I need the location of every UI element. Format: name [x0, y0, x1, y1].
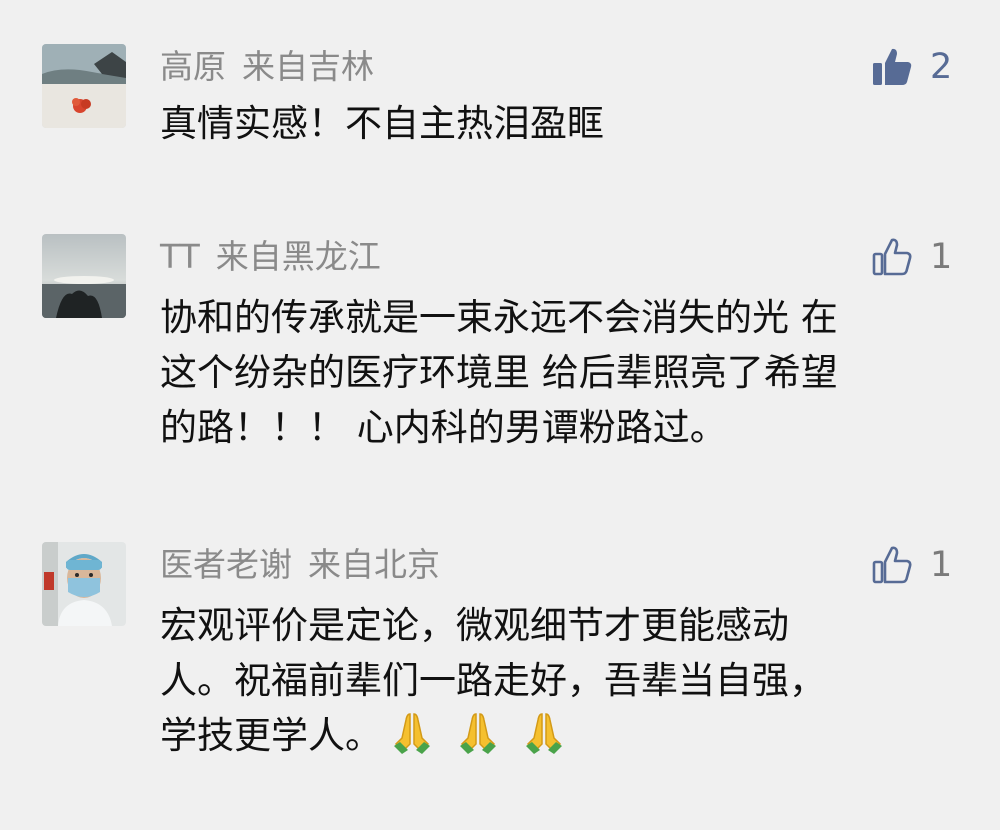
sunset-sea-avatar [42, 234, 126, 318]
avatar[interactable] [42, 44, 126, 128]
like-count: 2 [930, 47, 953, 87]
author-name[interactable]: TT [160, 237, 200, 276]
comment-text-line: 宏观评价是定论，微观细节才更能感动 [160, 604, 789, 647]
comment-text: 真情实感！不自主热泪盈眶 [160, 96, 960, 151]
author-location: 来自黑龙江 [215, 237, 381, 276]
like-button[interactable]: 1 [870, 542, 952, 588]
comment-text-line: 学技更学人。 [160, 708, 960, 763]
author-name[interactable]: 高原 [160, 47, 226, 86]
like-count: 1 [930, 237, 953, 277]
thumbs-up-filled-icon [873, 48, 912, 85]
comment-text: 宏观评价是定论，微观细节才更能感动 人。祝福前辈们一路走好，吾辈当自强， 学技更… [160, 598, 960, 763]
comment-text-segment: 学技更学人。 [160, 714, 382, 757]
like-button[interactable]: 2 [870, 44, 952, 90]
folded-hands-icon [460, 713, 496, 754]
author-name[interactable]: 医者老谢 [160, 545, 292, 584]
like-button[interactable]: 1 [870, 234, 952, 280]
thumbs-up-outline-icon [872, 546, 912, 584]
comment-meta: TT 来自黑龙江 [160, 234, 381, 280]
comment-text-line: 的路！！！ 心内科的男谭粉路过。 [160, 406, 727, 449]
comment-text-line: 协和的传承就是一束永远不会消失的光 在 [160, 296, 838, 339]
folded-hands-icon [526, 713, 562, 754]
doctor-mask-avatar [42, 542, 126, 626]
comment-text-line: 人。祝福前辈们一路走好，吾辈当自强， [160, 659, 826, 702]
author-location: 来自吉林 [242, 47, 374, 86]
comment-text-line: 真情实感！不自主热泪盈眶 [160, 102, 604, 145]
comment-text-line: 这个纷杂的医疗环境里 给后辈照亮了希望 [160, 351, 838, 394]
comment-text: 协和的传承就是一束永远不会消失的光 在 这个纷杂的医疗环境里 给后辈照亮了希望 … [160, 290, 960, 455]
folded-hands-icon [394, 713, 430, 754]
comment-meta: 高原 来自吉林 [160, 44, 374, 90]
thumbs-up-outline-icon [872, 238, 912, 276]
avatar[interactable] [42, 542, 126, 626]
author-location: 来自北京 [308, 545, 440, 584]
avatar[interactable] [42, 234, 126, 318]
like-count: 1 [930, 545, 953, 585]
comment-meta: 医者老谢 来自北京 [160, 542, 440, 588]
beach-photo-avatar [42, 44, 126, 128]
